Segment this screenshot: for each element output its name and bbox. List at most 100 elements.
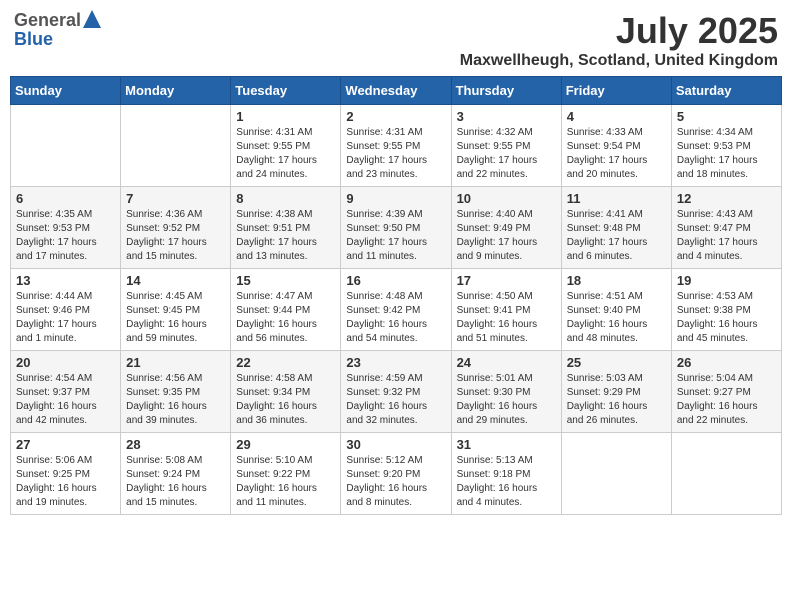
- day-detail: Sunrise: 4:58 AMSunset: 9:34 PMDaylight:…: [236, 372, 335, 428]
- calendar-cell: 5 Sunrise: 4:34 AMSunset: 9:53 PMDayligh…: [671, 105, 781, 187]
- calendar-cell: [121, 105, 231, 187]
- calendar-cell: 19 Sunrise: 4:53 AMSunset: 9:38 PMDaylig…: [671, 269, 781, 351]
- calendar-cell: 6 Sunrise: 4:35 AMSunset: 9:53 PMDayligh…: [11, 187, 121, 269]
- day-detail: Sunrise: 5:03 AMSunset: 9:29 PMDaylight:…: [567, 372, 666, 428]
- day-number: 23: [346, 355, 445, 370]
- weekday-header-row: SundayMondayTuesdayWednesdayThursdayFrid…: [11, 77, 782, 105]
- day-detail: Sunrise: 4:40 AMSunset: 9:49 PMDaylight:…: [457, 208, 556, 264]
- day-detail: Sunrise: 5:04 AMSunset: 9:27 PMDaylight:…: [677, 372, 776, 428]
- day-detail: Sunrise: 5:10 AMSunset: 9:22 PMDaylight:…: [236, 454, 335, 510]
- day-number: 1: [236, 109, 335, 124]
- calendar-cell: [671, 433, 781, 515]
- day-detail: Sunrise: 4:47 AMSunset: 9:44 PMDaylight:…: [236, 290, 335, 346]
- day-number: 8: [236, 191, 335, 206]
- day-detail: Sunrise: 5:13 AMSunset: 9:18 PMDaylight:…: [457, 454, 556, 510]
- day-number: 14: [126, 273, 225, 288]
- calendar-cell: [11, 105, 121, 187]
- calendar-week-row: 27 Sunrise: 5:06 AMSunset: 9:25 PMDaylig…: [11, 433, 782, 515]
- day-number: 10: [457, 191, 556, 206]
- location: Maxwellheugh, Scotland, United Kingdom: [460, 52, 778, 70]
- calendar-cell: 24 Sunrise: 5:01 AMSunset: 9:30 PMDaylig…: [451, 351, 561, 433]
- day-detail: Sunrise: 4:31 AMSunset: 9:55 PMDaylight:…: [236, 126, 335, 182]
- day-number: 18: [567, 273, 666, 288]
- calendar-cell: 25 Sunrise: 5:03 AMSunset: 9:29 PMDaylig…: [561, 351, 671, 433]
- day-detail: Sunrise: 4:33 AMSunset: 9:54 PMDaylight:…: [567, 126, 666, 182]
- logo-triangle-icon: [83, 10, 101, 28]
- calendar-cell: 30 Sunrise: 5:12 AMSunset: 9:20 PMDaylig…: [341, 433, 451, 515]
- logo-blue-text: Blue: [14, 29, 53, 50]
- calendar-table: SundayMondayTuesdayWednesdayThursdayFrid…: [10, 76, 782, 515]
- day-detail: Sunrise: 4:45 AMSunset: 9:45 PMDaylight:…: [126, 290, 225, 346]
- calendar-cell: 20 Sunrise: 4:54 AMSunset: 9:37 PMDaylig…: [11, 351, 121, 433]
- calendar-cell: 26 Sunrise: 5:04 AMSunset: 9:27 PMDaylig…: [671, 351, 781, 433]
- day-number: 5: [677, 109, 776, 124]
- calendar-cell: 12 Sunrise: 4:43 AMSunset: 9:47 PMDaylig…: [671, 187, 781, 269]
- day-detail: Sunrise: 5:01 AMSunset: 9:30 PMDaylight:…: [457, 372, 556, 428]
- day-number: 13: [16, 273, 115, 288]
- day-number: 21: [126, 355, 225, 370]
- logo-general-text: General: [14, 10, 81, 31]
- calendar-cell: 11 Sunrise: 4:41 AMSunset: 9:48 PMDaylig…: [561, 187, 671, 269]
- day-number: 20: [16, 355, 115, 370]
- day-detail: Sunrise: 4:54 AMSunset: 9:37 PMDaylight:…: [16, 372, 115, 428]
- calendar-cell: 10 Sunrise: 4:40 AMSunset: 9:49 PMDaylig…: [451, 187, 561, 269]
- day-number: 29: [236, 437, 335, 452]
- day-detail: Sunrise: 4:35 AMSunset: 9:53 PMDaylight:…: [16, 208, 115, 264]
- weekday-header-monday: Monday: [121, 77, 231, 105]
- weekday-header-friday: Friday: [561, 77, 671, 105]
- calendar-cell: [561, 433, 671, 515]
- day-number: 17: [457, 273, 556, 288]
- day-detail: Sunrise: 4:44 AMSunset: 9:46 PMDaylight:…: [16, 290, 115, 346]
- calendar-cell: 2 Sunrise: 4:31 AMSunset: 9:55 PMDayligh…: [341, 105, 451, 187]
- day-number: 19: [677, 273, 776, 288]
- calendar-cell: 27 Sunrise: 5:06 AMSunset: 9:25 PMDaylig…: [11, 433, 121, 515]
- weekday-header-wednesday: Wednesday: [341, 77, 451, 105]
- logo: General Blue: [14, 10, 101, 50]
- calendar-cell: 13 Sunrise: 4:44 AMSunset: 9:46 PMDaylig…: [11, 269, 121, 351]
- calendar-week-row: 6 Sunrise: 4:35 AMSunset: 9:53 PMDayligh…: [11, 187, 782, 269]
- weekday-header-tuesday: Tuesday: [231, 77, 341, 105]
- calendar-cell: 7 Sunrise: 4:36 AMSunset: 9:52 PMDayligh…: [121, 187, 231, 269]
- day-number: 12: [677, 191, 776, 206]
- day-detail: Sunrise: 4:31 AMSunset: 9:55 PMDaylight:…: [346, 126, 445, 182]
- day-detail: Sunrise: 5:12 AMSunset: 9:20 PMDaylight:…: [346, 454, 445, 510]
- calendar-cell: 18 Sunrise: 4:51 AMSunset: 9:40 PMDaylig…: [561, 269, 671, 351]
- calendar-cell: 15 Sunrise: 4:47 AMSunset: 9:44 PMDaylig…: [231, 269, 341, 351]
- day-detail: Sunrise: 4:59 AMSunset: 9:32 PMDaylight:…: [346, 372, 445, 428]
- day-number: 24: [457, 355, 556, 370]
- calendar-cell: 3 Sunrise: 4:32 AMSunset: 9:55 PMDayligh…: [451, 105, 561, 187]
- weekday-header-thursday: Thursday: [451, 77, 561, 105]
- day-number: 3: [457, 109, 556, 124]
- day-detail: Sunrise: 5:08 AMSunset: 9:24 PMDaylight:…: [126, 454, 225, 510]
- day-detail: Sunrise: 4:51 AMSunset: 9:40 PMDaylight:…: [567, 290, 666, 346]
- calendar-week-row: 20 Sunrise: 4:54 AMSunset: 9:37 PMDaylig…: [11, 351, 782, 433]
- day-number: 30: [346, 437, 445, 452]
- day-detail: Sunrise: 4:41 AMSunset: 9:48 PMDaylight:…: [567, 208, 666, 264]
- calendar-cell: 1 Sunrise: 4:31 AMSunset: 9:55 PMDayligh…: [231, 105, 341, 187]
- weekday-header-sunday: Sunday: [11, 77, 121, 105]
- day-number: 25: [567, 355, 666, 370]
- day-detail: Sunrise: 4:34 AMSunset: 9:53 PMDaylight:…: [677, 126, 776, 182]
- calendar-cell: 28 Sunrise: 5:08 AMSunset: 9:24 PMDaylig…: [121, 433, 231, 515]
- calendar-cell: 4 Sunrise: 4:33 AMSunset: 9:54 PMDayligh…: [561, 105, 671, 187]
- day-detail: Sunrise: 4:39 AMSunset: 9:50 PMDaylight:…: [346, 208, 445, 264]
- day-number: 6: [16, 191, 115, 206]
- day-number: 31: [457, 437, 556, 452]
- calendar-week-row: 1 Sunrise: 4:31 AMSunset: 9:55 PMDayligh…: [11, 105, 782, 187]
- calendar-cell: 14 Sunrise: 4:45 AMSunset: 9:45 PMDaylig…: [121, 269, 231, 351]
- day-number: 2: [346, 109, 445, 124]
- month-year: July 2025: [460, 10, 778, 52]
- day-number: 7: [126, 191, 225, 206]
- day-number: 26: [677, 355, 776, 370]
- day-detail: Sunrise: 5:06 AMSunset: 9:25 PMDaylight:…: [16, 454, 115, 510]
- day-detail: Sunrise: 4:36 AMSunset: 9:52 PMDaylight:…: [126, 208, 225, 264]
- day-detail: Sunrise: 4:48 AMSunset: 9:42 PMDaylight:…: [346, 290, 445, 346]
- day-number: 16: [346, 273, 445, 288]
- day-number: 15: [236, 273, 335, 288]
- day-detail: Sunrise: 4:56 AMSunset: 9:35 PMDaylight:…: [126, 372, 225, 428]
- day-number: 28: [126, 437, 225, 452]
- day-number: 22: [236, 355, 335, 370]
- calendar-cell: 8 Sunrise: 4:38 AMSunset: 9:51 PMDayligh…: [231, 187, 341, 269]
- day-detail: Sunrise: 4:53 AMSunset: 9:38 PMDaylight:…: [677, 290, 776, 346]
- calendar-week-row: 13 Sunrise: 4:44 AMSunset: 9:46 PMDaylig…: [11, 269, 782, 351]
